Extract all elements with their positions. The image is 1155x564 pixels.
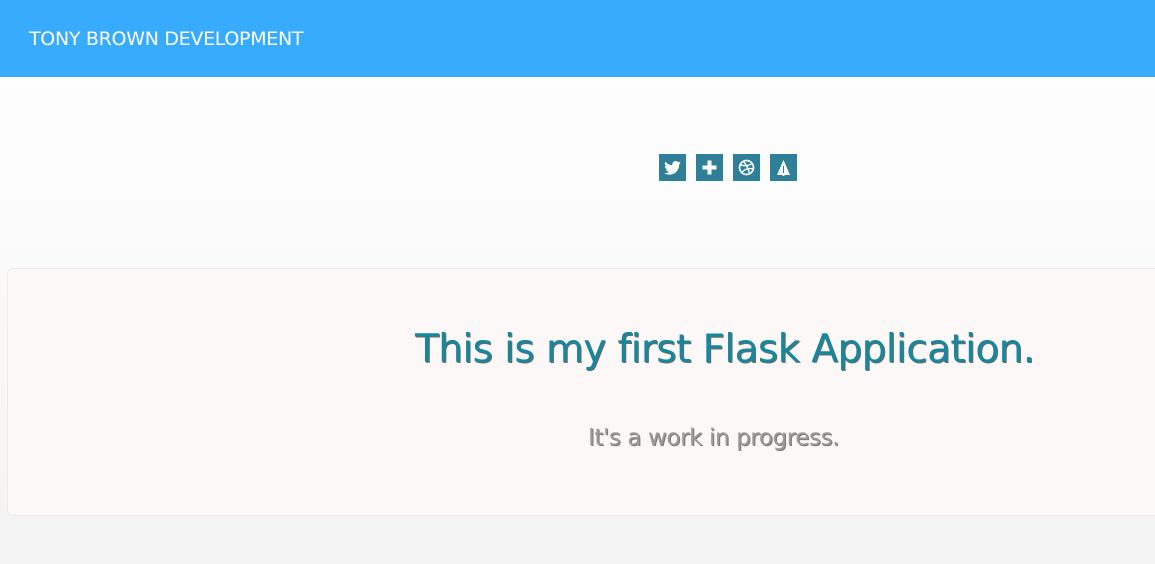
forrst-icon [777, 159, 790, 176]
brand-link[interactable]: TONY BROWN DEVELOPMENT [29, 27, 304, 51]
social-links [659, 154, 797, 181]
dribbble-icon [738, 159, 755, 176]
forrst-button[interactable] [770, 154, 797, 181]
twitter-button[interactable] [659, 154, 686, 181]
top-navbar: TONY BROWN DEVELOPMENT [0, 0, 1155, 77]
google-plus-icon [702, 160, 717, 175]
dribbble-button[interactable] [733, 154, 760, 181]
hero-title: This is my first Flask Application. [415, 327, 1035, 372]
google-plus-button[interactable] [696, 154, 723, 181]
twitter-icon [664, 160, 681, 175]
hero-jumbotron: This is my first Flask Application. It's… [7, 268, 1155, 516]
hero-subtitle: It's a work in progress. [588, 425, 840, 451]
